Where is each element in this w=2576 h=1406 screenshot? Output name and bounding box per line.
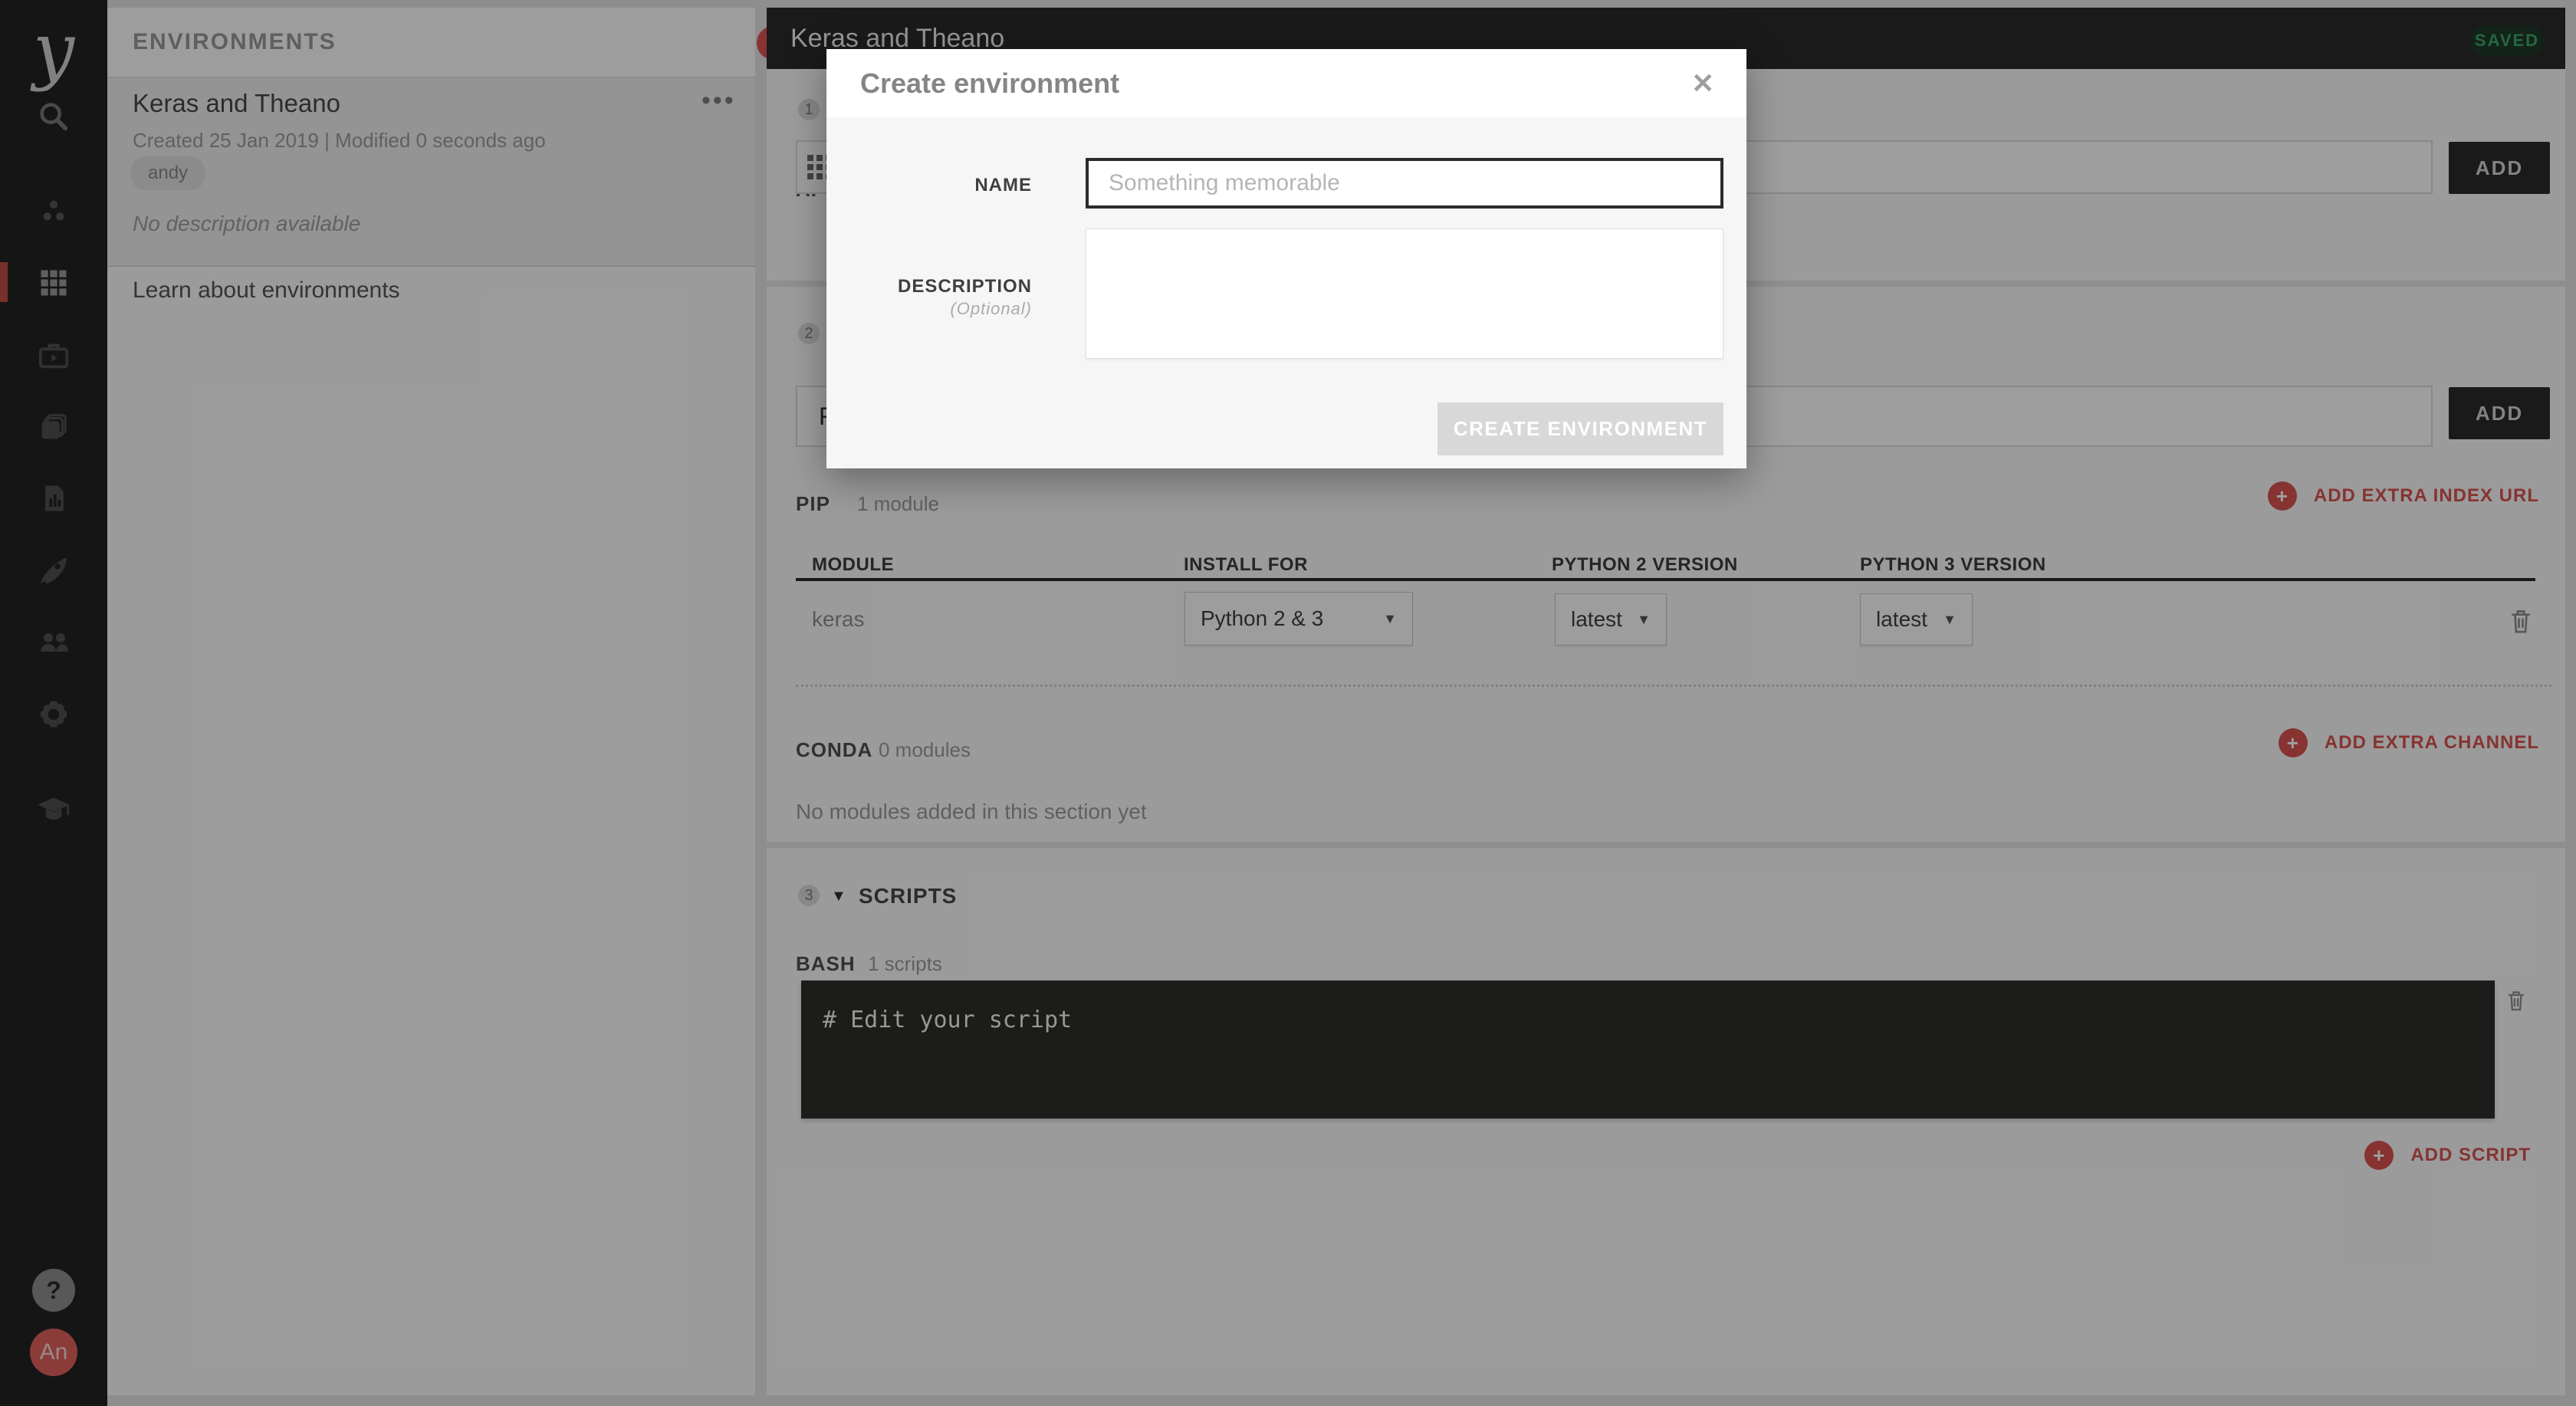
description-label: DESCRIPTION — [843, 276, 1032, 297]
environment-name-input[interactable] — [1086, 158, 1723, 209]
close-icon[interactable]: ✕ — [1691, 67, 1714, 100]
create-environment-modal: Create environment ✕ NAME DESCRIPTION (O… — [826, 49, 1746, 468]
modal-header: Create environment ✕ — [826, 49, 1746, 117]
environment-description-textarea[interactable] — [1086, 228, 1723, 359]
modal-title: Create environment — [860, 49, 1119, 117]
description-optional-hint: (Optional) — [843, 299, 1032, 319]
name-label: NAME — [843, 175, 1032, 196]
create-environment-button[interactable]: CREATE ENVIRONMENT — [1438, 402, 1723, 455]
